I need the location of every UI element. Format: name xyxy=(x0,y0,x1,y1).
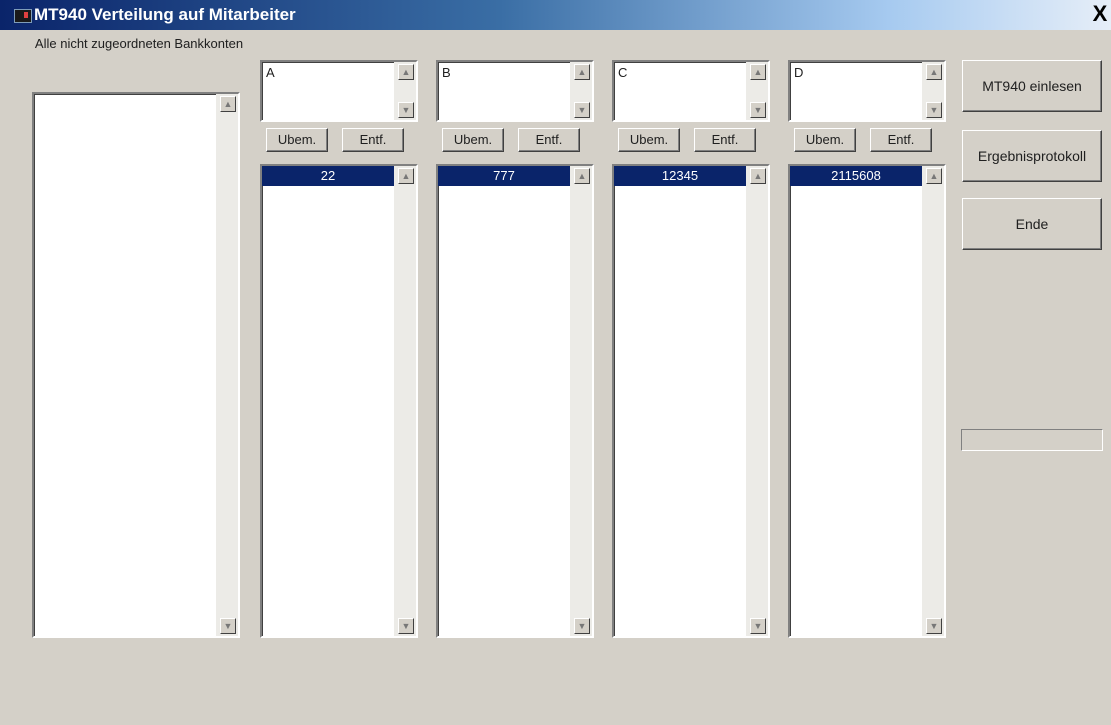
exit-button[interactable]: Ende xyxy=(962,198,1102,250)
assign-button-c[interactable]: Ubem. xyxy=(618,128,680,152)
list-item[interactable]: 22 xyxy=(262,166,394,186)
scroll-down-icon[interactable]: ▼ xyxy=(574,618,590,634)
remove-button-b[interactable]: Entf. xyxy=(518,128,580,152)
list-item[interactable]: 2115608 xyxy=(790,166,922,186)
progress-bar xyxy=(961,429,1103,451)
unassigned-accounts-label: Alle nicht zugeordneten Bankkonten xyxy=(34,36,244,51)
scroll-down-icon[interactable]: ▼ xyxy=(750,618,766,634)
list-item[interactable]: 12345 xyxy=(614,166,746,186)
remove-button-c[interactable]: Entf. xyxy=(694,128,756,152)
scroll-down-icon[interactable]: ▼ xyxy=(750,102,766,118)
employee-name-c: C xyxy=(618,65,628,80)
employee-box-d-scrollbar[interactable]: ▲ ▼ xyxy=(922,62,944,120)
accounts-list-b[interactable]: 777 ▲ ▼ xyxy=(436,164,594,638)
scroll-down-icon[interactable]: ▼ xyxy=(398,102,414,118)
scroll-up-icon[interactable]: ▲ xyxy=(398,64,414,80)
employee-box-b-scrollbar[interactable]: ▲ ▼ xyxy=(570,62,592,120)
read-mt940-button[interactable]: MT940 einlesen xyxy=(962,60,1102,112)
unassigned-scrollbar[interactable]: ▲ ▼ xyxy=(216,94,238,636)
unassigned-accounts-list[interactable]: ▲ ▼ xyxy=(32,92,240,638)
scroll-down-icon[interactable]: ▼ xyxy=(926,102,942,118)
scroll-up-icon[interactable]: ▲ xyxy=(926,168,942,184)
employee-box-d[interactable]: D ▲ ▼ xyxy=(788,60,946,122)
scroll-up-icon[interactable]: ▲ xyxy=(398,168,414,184)
accounts-list-b-scrollbar[interactable]: ▲ ▼ xyxy=(570,166,592,636)
scroll-down-icon[interactable]: ▼ xyxy=(926,618,942,634)
employee-box-b[interactable]: B ▲ ▼ xyxy=(436,60,594,122)
scroll-up-icon[interactable]: ▲ xyxy=(574,64,590,80)
employee-name-d: D xyxy=(794,65,804,80)
assign-button-b[interactable]: Ubem. xyxy=(442,128,504,152)
employee-name-b: B xyxy=(442,65,451,80)
employee-box-c[interactable]: C ▲ ▼ xyxy=(612,60,770,122)
title-bar: MT940 Verteilung auf Mitarbeiter X xyxy=(0,0,1111,30)
employee-name-a: A xyxy=(266,65,275,80)
scroll-down-icon[interactable]: ▼ xyxy=(574,102,590,118)
scroll-up-icon[interactable]: ▲ xyxy=(926,64,942,80)
accounts-list-c[interactable]: 12345 ▲ ▼ xyxy=(612,164,770,638)
accounts-list-c-scrollbar[interactable]: ▲ ▼ xyxy=(746,166,768,636)
app-icon xyxy=(14,9,32,23)
employee-box-c-scrollbar[interactable]: ▲ ▼ xyxy=(746,62,768,120)
accounts-list-a[interactable]: 22 ▲ ▼ xyxy=(260,164,418,638)
scroll-down-icon[interactable]: ▼ xyxy=(220,618,236,634)
employee-box-a[interactable]: A ▲ ▼ xyxy=(260,60,418,122)
accounts-list-a-scrollbar[interactable]: ▲ ▼ xyxy=(394,166,416,636)
result-log-button[interactable]: Ergebnisprotokoll xyxy=(962,130,1102,182)
scroll-up-icon[interactable]: ▲ xyxy=(750,168,766,184)
window-title: MT940 Verteilung auf Mitarbeiter xyxy=(34,5,296,24)
scroll-up-icon[interactable]: ▲ xyxy=(574,168,590,184)
remove-button-d[interactable]: Entf. xyxy=(870,128,932,152)
accounts-list-d[interactable]: 2115608 ▲ ▼ xyxy=(788,164,946,638)
scroll-up-icon[interactable]: ▲ xyxy=(750,64,766,80)
list-item[interactable]: 777 xyxy=(438,166,570,186)
employee-box-a-scrollbar[interactable]: ▲ ▼ xyxy=(394,62,416,120)
close-button[interactable]: X xyxy=(1091,2,1109,26)
assign-button-d[interactable]: Ubem. xyxy=(794,128,856,152)
assign-button-a[interactable]: Ubem. xyxy=(266,128,328,152)
accounts-list-d-scrollbar[interactable]: ▲ ▼ xyxy=(922,166,944,636)
scroll-up-icon[interactable]: ▲ xyxy=(220,96,236,112)
scroll-down-icon[interactable]: ▼ xyxy=(398,618,414,634)
remove-button-a[interactable]: Entf. xyxy=(342,128,404,152)
